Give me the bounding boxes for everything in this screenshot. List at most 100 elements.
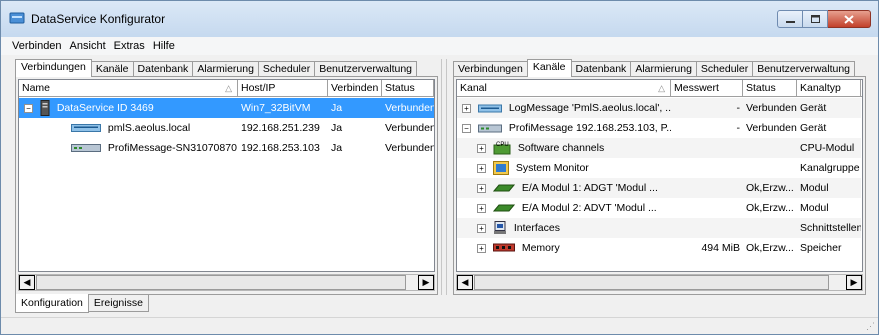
channel-value (671, 218, 743, 238)
column-header-name[interactable]: Name △ (19, 80, 238, 96)
channel-name: Memory (521, 242, 560, 254)
connection-status: Verbunden (385, 122, 434, 134)
collapse-toggle-icon[interactable]: − (24, 103, 33, 113)
pane-splitter[interactable] (441, 59, 447, 295)
scroll-right-icon[interactable]: ▶ (846, 275, 862, 290)
collapse-toggle-icon[interactable]: − (462, 123, 471, 133)
connections-pane: Verbindungen Kanäle Datenbank Alarmierun… (15, 59, 438, 295)
status-bar: ⋰ (1, 317, 878, 334)
channel-name: LogMessage 'PmlS.aeolus.local', ... (508, 102, 671, 114)
connections-grid-header: Name △ Host/IP Verbinden Status (19, 80, 434, 97)
menu-extras[interactable]: Extras (110, 37, 149, 55)
left-tab-verbindungen[interactable]: Verbindungen (15, 59, 92, 77)
expand-toggle-icon[interactable]: + (477, 163, 486, 173)
table-row[interactable]: + E/A Modul 1: ADGT 'Modul ... Ok,Erzw..… (457, 178, 862, 198)
column-header-verbinden[interactable]: Verbinden (328, 80, 382, 96)
channel-name: E/A Modul 1: ADGT 'Modul ... (521, 182, 658, 194)
channel-value: - (736, 122, 741, 134)
column-header-host[interactable]: Host/IP (238, 80, 328, 96)
channels-pane: Verbindungen Kanäle Datenbank Alarmierun… (453, 59, 866, 295)
left-tab-datenbank[interactable]: Datenbank (132, 61, 194, 77)
table-row[interactable]: + E/A Modul 2: ADVT 'Modul ... Ok,Erzw..… (457, 198, 862, 218)
expand-toggle-icon[interactable]: + (477, 243, 486, 253)
right-horizontal-scrollbar[interactable]: ◀ ▶ (456, 274, 863, 291)
svg-text:CPU: CPU (496, 142, 509, 148)
table-row[interactable]: − ProfiMessage 192.168.253.103, P... - V… (457, 118, 862, 138)
channel-status: Ok,Erzw... (743, 178, 797, 198)
channel-type: Kanalgruppe (800, 162, 860, 174)
right-tab-body: Kanal △ Messwert Status Kanaltyp + LogMe… (453, 76, 866, 295)
expand-toggle-icon[interactable]: + (462, 103, 471, 113)
maximize-icon (810, 15, 820, 23)
column-header-messwert[interactable]: Messwert (671, 80, 743, 96)
table-row[interactable]: + CPU Software channels CPU-Modul (457, 138, 862, 158)
memory-icon (492, 243, 515, 252)
channel-value (671, 178, 743, 198)
right-tab-datenbank[interactable]: Datenbank (570, 61, 632, 77)
left-tab-kanaele[interactable]: Kanäle (90, 61, 134, 77)
channel-name: E/A Modul 2: ADVT 'Modul ... (521, 202, 657, 214)
left-tab-alarmierung[interactable]: Alarmierung (192, 61, 259, 77)
right-tab-strip: Verbindungen Kanäle Datenbank Alarmierun… (453, 59, 856, 77)
title-bar[interactable]: DataService Konfigurator (1, 1, 878, 37)
scroll-thumb[interactable] (36, 275, 406, 290)
table-row[interactable]: + Interfaces Schnittstellen (457, 218, 862, 238)
channel-type: Modul (797, 178, 861, 198)
connection-host: 192.168.251.239 (241, 122, 320, 134)
channels-grid-header: Kanal △ Messwert Status Kanaltyp (457, 80, 862, 97)
left-tab-benutzerverwaltung[interactable]: Benutzerverwaltung (314, 61, 418, 77)
resize-grip-icon[interactable]: ⋰ (866, 321, 875, 332)
right-tab-kanaele[interactable]: Kanäle (526, 59, 572, 77)
cpu-icon: CPU (493, 142, 511, 155)
minimize-button[interactable] (777, 10, 803, 28)
right-tab-verbindungen[interactable]: Verbindungen (453, 61, 528, 77)
table-row[interactable]: + Memory 494 MiB Ok,Erzw... Speicher (457, 238, 862, 258)
expand-toggle-icon[interactable]: + (477, 143, 486, 153)
tab-ereignisse[interactable]: Ereignisse (87, 295, 149, 312)
column-header-status[interactable]: Status (743, 80, 797, 96)
right-tab-scheduler[interactable]: Scheduler (695, 61, 754, 77)
column-header-kanaltyp[interactable]: Kanaltyp (797, 80, 861, 96)
window-controls (777, 10, 871, 28)
app-icon (9, 12, 25, 24)
channel-name: System Monitor (515, 162, 589, 174)
table-row[interactable]: pmlS.aeolus.local 192.168.251.239 Ja Ver… (19, 118, 434, 138)
close-button[interactable] (828, 10, 871, 28)
menu-ansicht[interactable]: Ansicht (66, 37, 110, 55)
scroll-left-icon[interactable]: ◀ (457, 275, 473, 290)
table-row[interactable]: − DataService ID 3469 Win7_32BitVM Ja Ve… (19, 98, 434, 118)
connection-name: pmlS.aeolus.local (107, 122, 191, 134)
column-header-status[interactable]: Status (382, 80, 434, 96)
expand-toggle-icon[interactable]: + (477, 223, 486, 233)
server-icon (40, 100, 50, 117)
expand-toggle-icon[interactable]: + (477, 203, 486, 213)
table-row[interactable]: + System Monitor Kanalgruppe (457, 158, 862, 178)
io-module-icon (492, 184, 515, 192)
right-tab-benutzerverwaltung[interactable]: Benutzerverwaltung (752, 61, 856, 77)
maximize-button[interactable] (803, 10, 828, 28)
table-row[interactable]: ProfiMessage-SN31070870 192.168.253.103 … (19, 138, 434, 158)
table-row[interactable]: + LogMessage 'PmlS.aeolus.local', ... - … (457, 98, 862, 118)
menu-verbinden[interactable]: Verbinden (8, 37, 66, 55)
channel-value (671, 138, 743, 158)
channel-type: Schnittstellen (797, 218, 861, 238)
channel-type: Speicher (800, 242, 842, 254)
left-tab-scheduler[interactable]: Scheduler (257, 61, 316, 77)
scroll-right-icon[interactable]: ▶ (418, 275, 434, 290)
connection-host: 192.168.253.103 (241, 142, 320, 154)
interfaces-icon (493, 221, 506, 235)
scroll-thumb[interactable] (474, 275, 829, 290)
network-device-icon (71, 124, 101, 133)
column-header-kanal[interactable]: Kanal △ (457, 80, 671, 96)
menu-hilfe[interactable]: Hilfe (149, 37, 179, 55)
expand-toggle-icon[interactable]: + (477, 183, 486, 193)
channels-tree-grid: Kanal △ Messwert Status Kanaltyp + LogMe… (456, 79, 863, 272)
tab-konfiguration[interactable]: Konfiguration (15, 294, 89, 313)
channel-status (743, 138, 797, 158)
right-tab-alarmierung[interactable]: Alarmierung (630, 61, 697, 77)
channel-status (743, 158, 797, 178)
scroll-left-icon[interactable]: ◀ (19, 275, 35, 290)
left-horizontal-scrollbar[interactable]: ◀ ▶ (18, 274, 435, 291)
left-tab-body: Name △ Host/IP Verbinden Status − DataSe… (15, 76, 438, 295)
minimize-icon (785, 20, 795, 23)
